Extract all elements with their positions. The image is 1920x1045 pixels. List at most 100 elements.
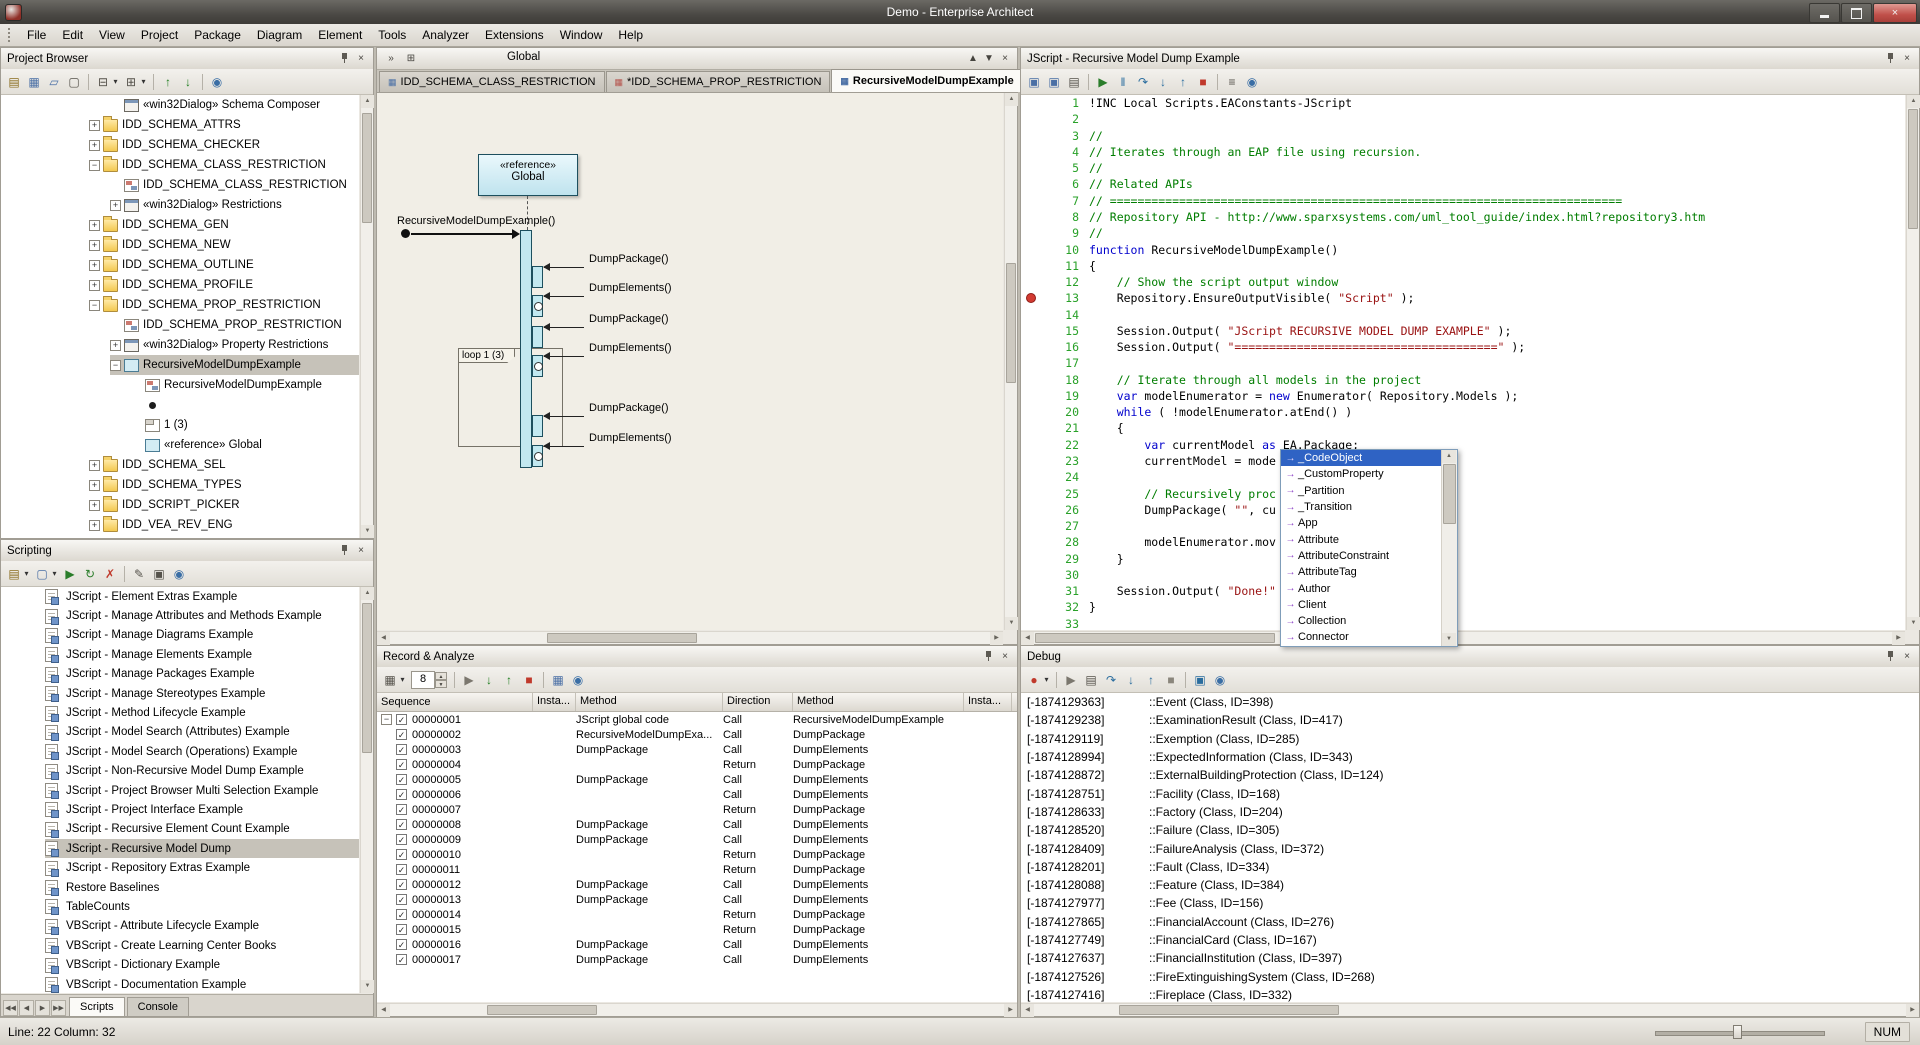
script-list-item[interactable]: VBScript - Documentation Example — [1, 975, 359, 993]
scrollbar-thumb[interactable] — [547, 633, 697, 643]
code-line[interactable]: 10function RecursiveModelDumpExample() — [1021, 241, 1905, 257]
code-line[interactable]: 1!INC Local Scripts.EAConstants-JScript — [1021, 95, 1905, 111]
found-message-label[interactable]: RecursiveModelDumpExample() — [397, 215, 555, 227]
code-vscrollbar[interactable]: ▲ ▼ — [1906, 95, 1919, 630]
code-line[interactable]: 5// — [1021, 160, 1905, 176]
breakpoint-margin[interactable] — [1021, 290, 1043, 306]
tab-console[interactable]: Console — [127, 997, 189, 1016]
tree-expander[interactable]: − — [89, 300, 100, 311]
menu-item-window[interactable]: Window — [552, 25, 611, 45]
code-lines[interactable]: 1!INC Local Scripts.EAConstants-JScript 2… — [1021, 95, 1905, 630]
checkbox-icon[interactable]: ✓ — [396, 849, 407, 860]
close-panel-button[interactable]: × — [1899, 649, 1915, 664]
autocomplete-item[interactable]: →Attribute — [1281, 531, 1441, 547]
pin-button[interactable] — [981, 649, 997, 664]
code-line[interactable]: 28 modelEnumerator.mov — [1021, 534, 1905, 550]
breakpoint-margin[interactable] — [1021, 209, 1043, 225]
autocomplete-item[interactable]: →Collection — [1281, 613, 1441, 629]
tree-item[interactable]: + — [1, 395, 359, 415]
breakpoint-margin[interactable] — [1021, 372, 1043, 388]
checkbox-icon[interactable]: ✓ — [396, 789, 407, 800]
checkbox-icon[interactable]: ✓ — [396, 729, 407, 740]
autocomplete-item[interactable]: →AttributeConstraint — [1281, 548, 1441, 564]
checkbox-icon[interactable]: ✓ — [396, 759, 407, 770]
code-line[interactable]: 22 var currentModel as EA.Package; — [1021, 437, 1905, 453]
pages-icon[interactable]: ▤ — [1082, 671, 1100, 689]
save-icon[interactable]: ▣ — [1191, 671, 1209, 689]
scroll-left-icon[interactable]: ◀ — [377, 632, 390, 645]
tree-expander[interactable]: + — [89, 500, 100, 511]
record-row[interactable]: ✓00000004ReturnDumpPackage — [377, 757, 1017, 772]
column-header[interactable]: Method — [576, 693, 723, 711]
tree-item[interactable]: +IDD_SCHEMA_ATTRS — [1, 115, 359, 135]
debug-row[interactable]: [-1874128994]::ExpectedInformation (Clas… — [1021, 748, 1919, 766]
breakpoint-margin[interactable] — [1021, 355, 1043, 371]
breakpoint-margin[interactable] — [1021, 437, 1043, 453]
record-row[interactable]: ✓00000005DumpPackageCallDumpElements — [377, 772, 1017, 787]
script-list-item[interactable]: VBScript - Create Learning Center Books — [1, 936, 359, 955]
record-row[interactable]: ✓00000003DumpPackageCallDumpElements — [377, 742, 1017, 757]
breakpoint-margin[interactable] — [1021, 550, 1043, 566]
breakpoint-margin[interactable] — [1021, 144, 1043, 160]
checkbox-icon[interactable]: ✓ — [396, 909, 407, 920]
tree-expander[interactable]: + — [89, 140, 100, 151]
code-line[interactable]: 7// ====================================… — [1021, 193, 1905, 209]
column-header[interactable]: Insta... — [964, 693, 1012, 711]
script-list-item[interactable]: JScript - Model Search (Operations) Exam… — [1, 742, 359, 761]
script-list-item[interactable]: JScript - Model Search (Attributes) Exam… — [1, 723, 359, 742]
step-into-icon[interactable]: ↓ — [480, 671, 498, 689]
scroll-up-icon[interactable]: ▲ — [1442, 450, 1456, 463]
close-button[interactable]: × — [1873, 3, 1917, 23]
breakpoint-margin[interactable] — [1021, 567, 1043, 583]
step-over-icon[interactable]: ↷ — [1134, 73, 1152, 91]
tab-scroll-right-icon[interactable]: ▶ — [35, 1000, 50, 1016]
print-icon[interactable]: ▤ — [1065, 73, 1083, 91]
dropdown-icon[interactable]: ▾ — [1042, 671, 1051, 689]
scroll-up-icon[interactable]: ▲ — [361, 587, 374, 600]
menu-item-tools[interactable]: Tools — [370, 25, 414, 45]
diagram-grid-icon[interactable]: ⊞ — [403, 51, 419, 66]
script-list-item[interactable]: JScript - Method Lifecycle Example — [1, 703, 359, 722]
code-line[interactable]: 32} — [1021, 599, 1905, 615]
code-line[interactable]: 23 currentModel = mode — [1021, 453, 1905, 469]
pin-button[interactable] — [1883, 649, 1899, 664]
depth-spinner[interactable]: 8▲▼ — [411, 671, 447, 689]
autocomplete-item[interactable]: →_CodeObject — [1281, 450, 1441, 466]
breakpoint-margin[interactable] — [1021, 404, 1043, 420]
scrollbar-thumb[interactable] — [362, 113, 372, 223]
record-row[interactable]: −✓00000001JScript global codeCallRecursi… — [377, 712, 1017, 727]
scrollbar-thumb[interactable] — [1035, 633, 1275, 643]
code-line[interactable]: 14 — [1021, 306, 1905, 322]
tree-item[interactable]: +IDD_SCHEMA_OUTLINE — [1, 255, 359, 275]
delete-icon[interactable]: ✗ — [101, 565, 119, 583]
scroll-left-icon[interactable]: ◀ — [1021, 1004, 1034, 1017]
script-list-item[interactable]: JScript - Manage Stereotypes Example — [1, 684, 359, 703]
tab-scroll-first-icon[interactable]: ◀◀ — [3, 1000, 18, 1016]
debug-row[interactable]: [-1874128872]::ExternalBuildingProtectio… — [1021, 766, 1919, 784]
dropdown-icon[interactable]: ▾ — [50, 565, 59, 583]
message-label[interactable]: DumpPackage() — [589, 253, 668, 265]
debug-row[interactable]: [-1874127749]::FinancialCard (Class, ID=… — [1021, 931, 1919, 949]
tab-scripts[interactable]: Scripts — [69, 997, 125, 1016]
script-list-item[interactable]: TableCounts — [1, 897, 359, 916]
help-icon[interactable]: ◉ — [569, 671, 587, 689]
checkbox-icon[interactable]: ✓ — [396, 804, 407, 815]
zoom-slider[interactable] — [1655, 1024, 1825, 1040]
checkbox-icon[interactable]: ✓ — [396, 744, 407, 755]
diagram-vscrollbar[interactable]: ▲ ▼ — [1004, 93, 1017, 630]
diagram-tab[interactable]: ▦*IDD_SCHEMA_PROP_RESTRICTION — [606, 71, 831, 92]
menu-item-diagram[interactable]: Diagram — [249, 25, 310, 45]
debug-row[interactable]: [-1874128201]::Fault (Class, ID=334) — [1021, 858, 1919, 876]
pause-icon[interactable]: ‖ — [1114, 73, 1132, 91]
code-line[interactable]: 6// Related APIs — [1021, 176, 1905, 192]
pin-button[interactable] — [337, 543, 353, 558]
dropdown-icon[interactable]: ▾ — [139, 73, 148, 91]
close-panel-button[interactable]: × — [353, 543, 369, 558]
debug-row[interactable]: [-1874129119]::Exemption (Class, ID=285) — [1021, 730, 1919, 748]
spin-down-icon[interactable]: ▼ — [435, 680, 447, 688]
autocomplete-item[interactable]: →Client — [1281, 597, 1441, 613]
debug-row[interactable]: [-1874128520]::Failure (Class, ID=305) — [1021, 821, 1919, 839]
breakpoint-margin[interactable] — [1021, 420, 1043, 436]
breakpoint-margin[interactable] — [1021, 453, 1043, 469]
help-icon[interactable]: ◉ — [170, 565, 188, 583]
